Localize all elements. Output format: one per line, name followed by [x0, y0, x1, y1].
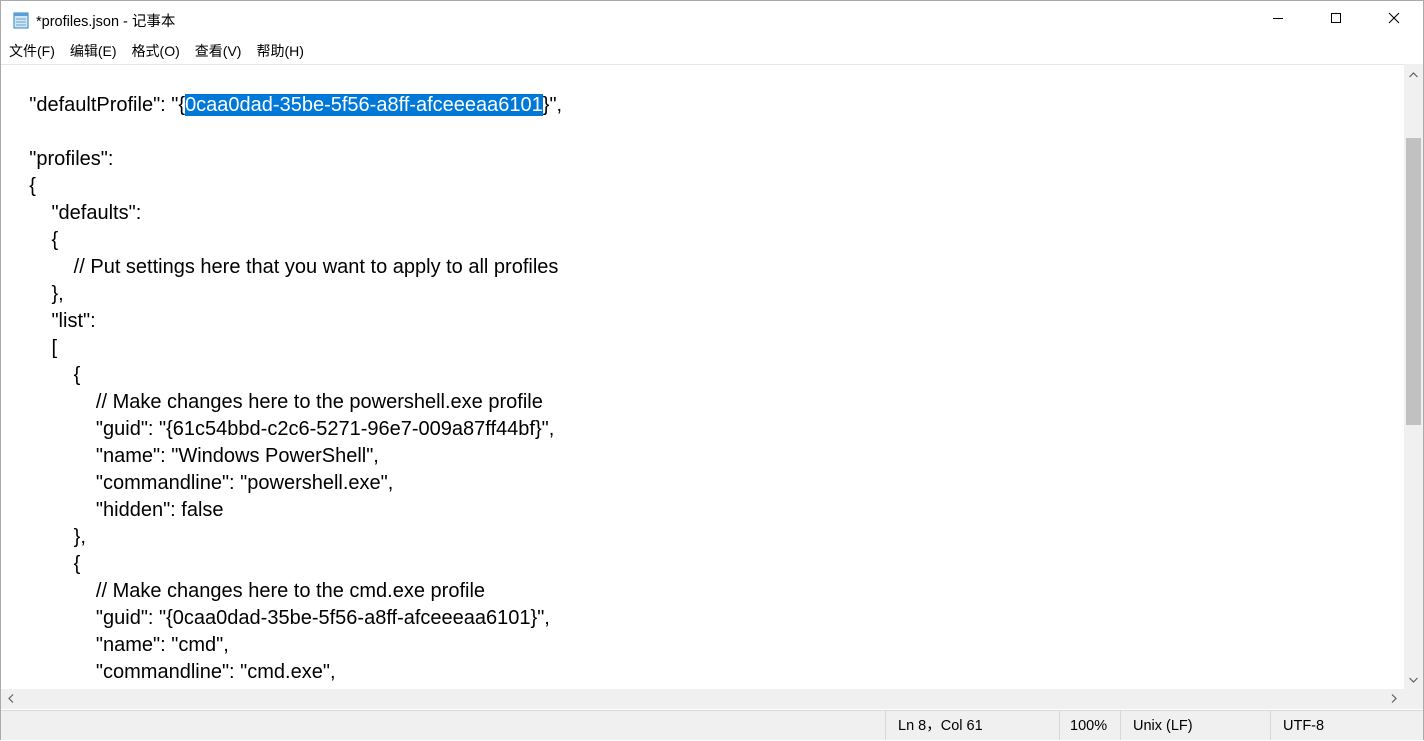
line-text: "guid": "{0caa0dad-35be-5f56-a8ff-afceee…	[7, 607, 550, 629]
window-title: *profiles.json - 记事本	[36, 14, 176, 30]
editor-line[interactable]: "name": "cmd",	[7, 632, 562, 659]
line-text: }",	[542, 94, 563, 116]
menu-help[interactable]: 帮助(H)	[248, 39, 310, 63]
editor-line[interactable]: "defaultProfile": "{0caa0dad-35be-5f56-a…	[7, 92, 562, 119]
line-text: "name": "cmd",	[7, 634, 229, 656]
line-text: "commandline": "cmd.exe",	[7, 661, 336, 683]
chevron-right-icon	[1391, 690, 1397, 708]
line-text: {	[7, 175, 36, 197]
line-text: [	[7, 337, 58, 359]
close-button[interactable]	[1365, 1, 1423, 39]
line-text: {	[7, 364, 81, 386]
editor-content[interactable]: "defaultProfile": "{0caa0dad-35be-5f56-a…	[7, 92, 562, 686]
menu-view[interactable]: 查看(V)	[187, 39, 249, 63]
line-text: {	[7, 553, 81, 575]
editor-line[interactable]: "list":	[7, 308, 562, 335]
line-text: },	[7, 283, 64, 305]
editor-line[interactable]: [	[7, 335, 562, 362]
status-bar: Ln 8，Col 61 100% Unix (LF) UTF-8	[1, 710, 1423, 740]
maximize-button[interactable]	[1307, 1, 1365, 39]
menu-format[interactable]: 格式(O)	[124, 39, 187, 63]
chevron-up-icon	[1409, 65, 1418, 83]
vertical-scrollbar[interactable]	[1404, 64, 1423, 689]
scrollbar-corner	[1404, 689, 1423, 709]
cursor-position: Ln 8，Col 61	[885, 711, 1059, 740]
editor-line[interactable]: "guid": "{61c54bbd-c2c6-5271-96e7-009a87…	[7, 416, 562, 443]
editor-line[interactable]: },	[7, 524, 562, 551]
editor-line[interactable]: {	[7, 362, 562, 389]
line-text: {	[7, 229, 59, 251]
editor-line[interactable]: "hidden": false	[7, 497, 562, 524]
line-text: "guid": "{61c54bbd-c2c6-5271-96e7-009a87…	[7, 418, 555, 440]
editor-line[interactable]: "guid": "{0caa0dad-35be-5f56-a8ff-afceee…	[7, 605, 562, 632]
scroll-left-arrow[interactable]	[1, 689, 21, 709]
encoding: UTF-8	[1270, 711, 1423, 740]
menu-edit[interactable]: 编辑(E)	[62, 39, 124, 63]
line-text: "defaultProfile": "{	[7, 94, 186, 116]
menu-file[interactable]: 文件(F)	[1, 39, 62, 63]
chevron-left-icon	[8, 690, 14, 708]
editor-line[interactable]: },	[7, 281, 562, 308]
line-text: },	[7, 526, 86, 548]
maximize-icon	[1330, 11, 1342, 29]
line-text: "name": "Windows PowerShell",	[7, 445, 379, 467]
line-text: "defaults":	[7, 202, 142, 224]
line-text: // Make changes here to the powershell.e…	[7, 391, 543, 413]
editor-line[interactable]: // Put settings here that you want to ap…	[7, 254, 562, 281]
text-editor[interactable]: "defaultProfile": "{0caa0dad-35be-5f56-a…	[1, 64, 1404, 690]
editor-line[interactable]: "profiles":	[7, 146, 562, 173]
notepad-window: *profiles.json - 记事本 文件(F) 编辑(E) 格式(O) 查…	[0, 0, 1424, 740]
line-text: "commandline": "powershell.exe",	[7, 472, 394, 494]
minimize-button[interactable]	[1249, 1, 1307, 39]
scroll-up-arrow[interactable]	[1404, 64, 1423, 84]
vertical-scroll-thumb[interactable]	[1406, 138, 1421, 425]
editor-line[interactable]: "commandline": "cmd.exe",	[7, 659, 562, 686]
editor-line[interactable]	[7, 119, 562, 146]
line-text: "hidden": false	[7, 499, 224, 521]
notepad-icon	[13, 11, 29, 29]
editor-line[interactable]: "commandline": "powershell.exe",	[7, 470, 562, 497]
line-text: "list":	[7, 310, 96, 332]
line-ending: Unix (LF)	[1120, 711, 1270, 740]
line-text: // Make changes here to the cmd.exe prof…	[7, 580, 486, 602]
editor-line[interactable]: "defaults":	[7, 200, 562, 227]
close-icon	[1388, 11, 1400, 29]
line-text: "profiles":	[7, 148, 114, 170]
minimize-icon	[1272, 11, 1284, 29]
selected-text[interactable]: 0caa0dad-35be-5f56-a8ff-afceeeaa6101	[185, 94, 543, 116]
zoom-level: 100%	[1059, 711, 1120, 740]
editor-line[interactable]: "name": "Windows PowerShell",	[7, 443, 562, 470]
editor-line[interactable]: {	[7, 551, 562, 578]
chevron-down-icon	[1409, 670, 1418, 688]
menu-bar: 文件(F) 编辑(E) 格式(O) 查看(V) 帮助(H)	[1, 39, 1423, 63]
editor-line[interactable]: {	[7, 227, 562, 254]
horizontal-scrollbar[interactable]	[1, 689, 1404, 709]
editor-line[interactable]: {	[7, 173, 562, 200]
title-bar[interactable]: *profiles.json - 记事本	[1, 1, 1423, 39]
editor-line[interactable]: // Make changes here to the cmd.exe prof…	[7, 578, 562, 605]
editor-line[interactable]: // Make changes here to the powershell.e…	[7, 389, 562, 416]
scroll-down-arrow[interactable]	[1404, 669, 1423, 689]
scroll-right-arrow[interactable]	[1384, 689, 1404, 709]
line-text: // Put settings here that you want to ap…	[7, 256, 559, 278]
